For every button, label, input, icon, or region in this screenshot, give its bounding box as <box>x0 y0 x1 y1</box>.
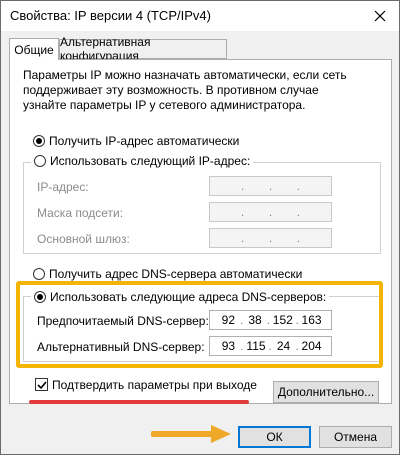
tab-alternate-config[interactable]: Альтернативная конфигурация <box>59 35 227 63</box>
radio-dns-auto[interactable]: Получить адрес DNS-сервера автоматически <box>33 267 302 281</box>
radio-ip-auto-label: Получить IP-адрес автоматически <box>49 134 240 148</box>
radio-ip-auto[interactable]: Получить IP-адрес автоматически <box>33 134 239 148</box>
dns-highlight-frame <box>16 281 383 368</box>
tab-general[interactable]: Общие <box>9 38 59 60</box>
window-title: Свойства: IP версии 4 (TCP/IPv4) <box>10 8 211 23</box>
description-text: Параметры IP можно назначать автоматичес… <box>23 68 347 112</box>
octet-separator: . <box>240 231 245 245</box>
validate-underline-mark <box>29 400 249 404</box>
radio-ip-manual[interactable]: Использовать следующий IP-адрес: <box>31 154 254 168</box>
advanced-button-label: Дополнительно... <box>277 385 375 399</box>
checkmark-icon <box>36 380 47 389</box>
ip-address-label: IP-адрес: <box>37 180 89 194</box>
octet-separator: . <box>240 205 245 219</box>
gateway-input[interactable]: . . . <box>209 228 332 248</box>
radio-dns-auto-label: Получить адрес DNS-сервера автоматически <box>49 267 303 281</box>
octet-separator: . <box>268 179 273 193</box>
subnet-mask-input[interactable]: . . . <box>209 202 332 222</box>
octet-separator: . <box>296 231 301 245</box>
dialog-window: Свойства: IP версии 4 (TCP/IPv4) Общие А… <box>0 0 400 455</box>
arrow-right-icon <box>151 425 231 443</box>
ok-button-label: ОК <box>266 430 283 444</box>
title-bar: Свойства: IP версии 4 (TCP/IPv4) <box>1 1 399 31</box>
cancel-button[interactable]: Отмена <box>319 426 392 448</box>
validate-checkbox[interactable] <box>35 378 48 391</box>
ip-address-input[interactable]: . . . <box>209 176 332 196</box>
tab-general-label: Общие <box>14 42 54 57</box>
validate-label: Подтвердить параметры при выходе <box>52 378 257 392</box>
advanced-button[interactable]: Дополнительно... <box>273 381 379 403</box>
gateway-label: Основной шлюз: <box>37 232 130 246</box>
octet-separator: . <box>268 231 273 245</box>
close-button[interactable] <box>369 5 391 27</box>
radio-ip-auto-indicator <box>33 135 45 147</box>
radio-dns-auto-indicator <box>33 268 45 280</box>
octet-separator: . <box>240 179 245 193</box>
octet-separator: . <box>296 205 301 219</box>
close-icon <box>374 10 386 22</box>
radio-ip-manual-label: Использовать следующий IP-адрес: <box>50 154 251 168</box>
octet-separator: . <box>296 179 301 193</box>
ok-button[interactable]: ОК <box>238 426 311 448</box>
radio-ip-manual-indicator <box>34 155 46 167</box>
cancel-button-label: Отмена <box>333 430 378 444</box>
subnet-mask-label: Маска подсети: <box>37 206 124 220</box>
octet-separator: . <box>268 205 273 219</box>
